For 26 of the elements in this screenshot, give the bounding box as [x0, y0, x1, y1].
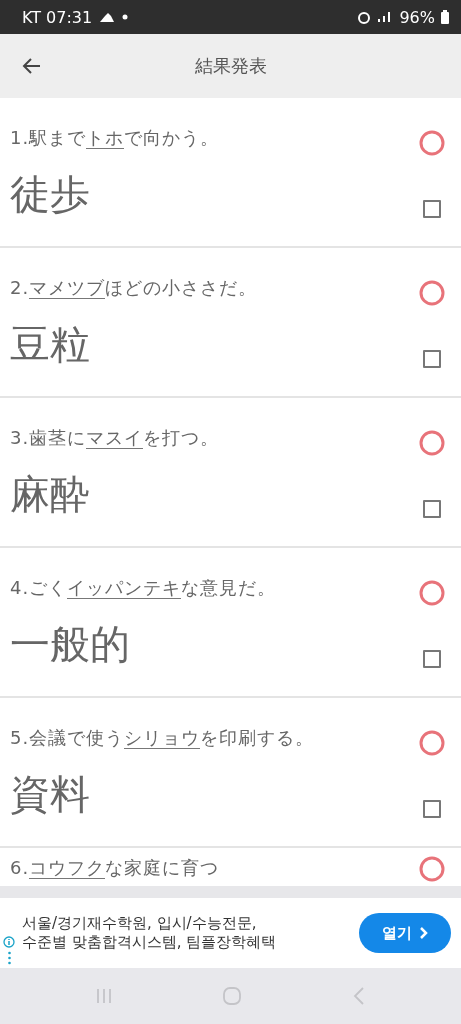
- chevron-icon: [420, 927, 428, 939]
- screen-title: 結果発表: [194, 54, 267, 78]
- question-text: 3.歯茎にマスイ を打つ。: [10, 426, 221, 450]
- checkbox[interactable]: [423, 650, 441, 668]
- battery-icon: [441, 10, 449, 24]
- answer-text: 麻酔: [10, 472, 91, 516]
- answer-text: 資料: [10, 772, 91, 816]
- question-text: 5.会議で使う シリョウ を印刷する。: [10, 726, 316, 750]
- answer-text: 豆粒: [10, 322, 91, 366]
- checkbox[interactable]: [423, 500, 441, 518]
- carrier-time: KT 07:31: [22, 7, 93, 27]
- question-text: 6.コウフク な家庭に育つ: [10, 856, 221, 880]
- dot-icon: [122, 14, 129, 20]
- battery-percent: 96%: [399, 7, 435, 27]
- info-icon[interactable]: [3, 936, 15, 948]
- question-text: 1.駅まで トホで向かう。: [10, 126, 221, 150]
- checkbox[interactable]: [423, 800, 441, 818]
- answer-text: 徒歩: [10, 172, 91, 216]
- open-button[interactable]: 열기: [359, 913, 451, 953]
- question-text: 4.ごく イッパンテキ な意見だ。: [10, 576, 278, 600]
- ad-text: 서울/경기재수학원, 입시/수능전문, 수준별 맞춤합격시스템, 팀플장학혜택: [22, 914, 278, 952]
- checkbox[interactable]: [423, 350, 441, 368]
- more-icon[interactable]: [8, 951, 11, 965]
- answer-text: 一般的: [10, 622, 131, 666]
- checkbox[interactable]: [423, 200, 441, 218]
- question-text: 2.マメツブほどの小ささだ。: [10, 276, 259, 300]
